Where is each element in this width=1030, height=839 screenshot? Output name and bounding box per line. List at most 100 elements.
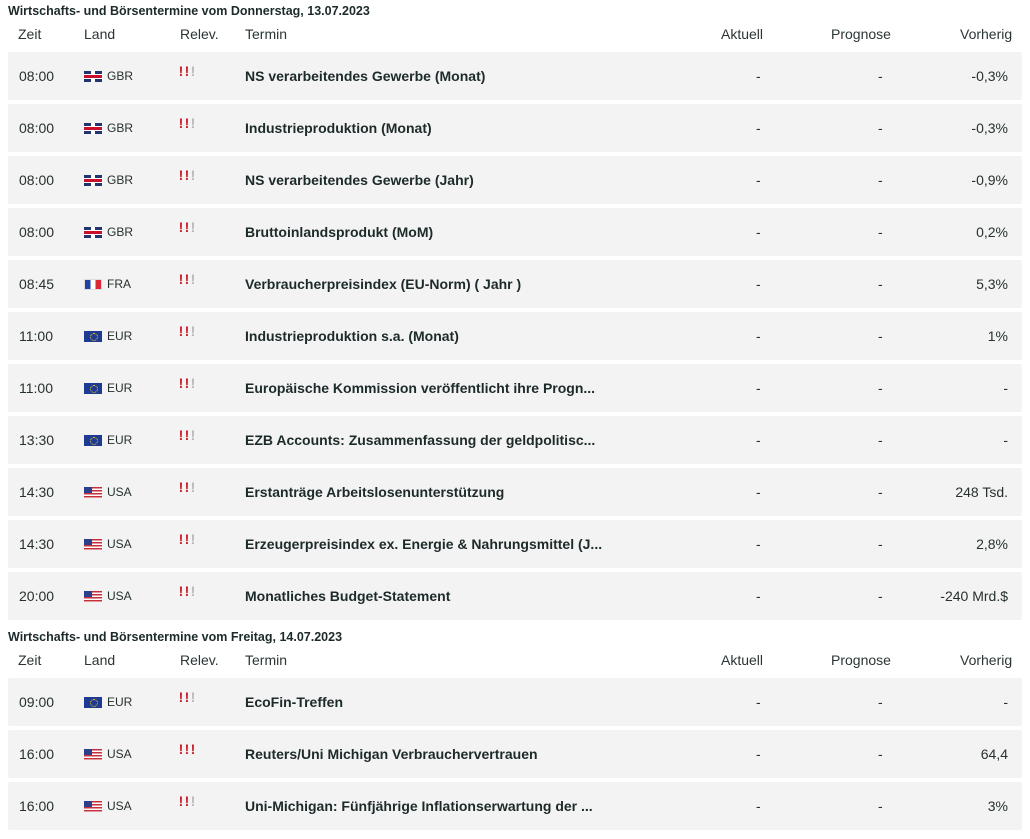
header-termin[interactable]: Termin	[245, 26, 287, 42]
event-name[interactable]: NS verarbeitendes Gewerbe (Monat)	[245, 52, 485, 100]
value-vorherig: 2,8%	[976, 536, 1008, 552]
header-zeit[interactable]: Zeit	[18, 26, 41, 42]
event-name[interactable]: EZB Accounts: Zusammenfassung der geldpo…	[245, 416, 595, 464]
event-name[interactable]: Bruttoinlandsprodukt (MoM)	[245, 208, 433, 256]
event-name[interactable]: EcoFin-Treffen	[245, 678, 343, 726]
value-prognose: -	[878, 172, 883, 188]
value-aktuell: -	[756, 484, 761, 500]
header-relev[interactable]: Relev.	[180, 26, 219, 42]
value-vorherig: -	[1003, 432, 1008, 448]
header-vorherig[interactable]: Vorherig	[960, 26, 1012, 42]
exclamation-mark-icon: !	[190, 375, 196, 391]
country-cell: GBR	[84, 52, 133, 100]
table-row[interactable]: 08:00 GBR!!! NS verarbeitendes Gewerbe (Mo…	[8, 52, 1022, 100]
country-cell: EUR	[84, 416, 132, 464]
section-title: Wirtschafts- und Börsentermine vom Donne…	[8, 4, 370, 18]
event-name[interactable]: Reuters/Uni Michigan Verbrauchervertraue…	[245, 730, 538, 778]
section-title: Wirtschafts- und Börsentermine vom Freit…	[8, 630, 343, 644]
event-name[interactable]: Industrieproduktion s.a. (Monat)	[245, 312, 459, 360]
exclamation-mark-icon: !	[190, 323, 196, 339]
value-aktuell: -	[756, 224, 761, 240]
table-row[interactable]: 16:00 USA!!! Reuters/Uni Michigan Verbrauc…	[8, 730, 1022, 778]
table-row[interactable]: 08:00 GBR!!! Industrieproduktion (Monat) - -…	[8, 104, 1022, 152]
header-land[interactable]: Land	[84, 652, 115, 668]
value-vorherig: 0,2%	[976, 224, 1008, 240]
gbr-flag-icon	[84, 122, 102, 134]
event-name[interactable]: Erstanträge Arbeitslosenunterstützung	[245, 468, 504, 516]
value-aktuell: -	[756, 432, 761, 448]
country-code: USA	[107, 485, 132, 499]
event-time: 08:00	[19, 120, 55, 136]
table-row[interactable]: 20:00 USA!!! Monatliches Budget-Statement -…	[8, 572, 1022, 620]
country-code: GBR	[107, 225, 134, 239]
header-aktuell[interactable]: Aktuell	[721, 652, 763, 668]
event-name[interactable]: Europäische Kommission veröffentlicht ih…	[245, 364, 595, 412]
country-cell: FRA	[84, 260, 131, 308]
usa-flag-icon	[84, 538, 102, 550]
relevance-indicator: !!!	[178, 678, 196, 726]
event-time: 08:00	[19, 224, 55, 240]
table-row[interactable]: 11:00 EUR!!! Europäische Kommission veröff…	[8, 364, 1022, 412]
value-aktuell: -	[756, 798, 761, 814]
exclamation-mark-icon: !	[190, 63, 196, 79]
header-vorherig[interactable]: Vorherig	[960, 652, 1012, 668]
event-name[interactable]: Monatliches Budget-Statement	[245, 572, 450, 620]
value-prognose: -	[878, 798, 883, 814]
value-prognose: -	[878, 484, 883, 500]
table-row[interactable]: 08:00 GBR!!! Bruttoinlandsprodukt (MoM) - - 0…	[8, 208, 1022, 256]
value-prognose: -	[878, 536, 883, 552]
event-name[interactable]: Industrieproduktion (Monat)	[245, 104, 432, 152]
table-row[interactable]: 11:00 EUR!!! Industrieproduktion s.a. (Mon…	[8, 312, 1022, 360]
table-row[interactable]: 13:30 EUR!!! EZB Accounts: Zusammenfassung…	[8, 416, 1022, 464]
header-prognose[interactable]: Prognose	[831, 26, 891, 42]
event-time: 16:00	[19, 798, 55, 814]
header-prognose[interactable]: Prognose	[831, 652, 891, 668]
header-termin[interactable]: Termin	[245, 652, 287, 668]
table-row[interactable]: 16:00 USA!!! Uni-Michigan: Fünfjährige Inf…	[8, 782, 1022, 830]
event-name[interactable]: Verbraucherpreisindex (EU-Norm) ( Jahr )	[245, 260, 521, 308]
country-code: USA	[107, 799, 132, 813]
eur-flag-icon	[84, 382, 102, 394]
value-vorherig: -	[1003, 694, 1008, 710]
event-name[interactable]: NS verarbeitendes Gewerbe (Jahr)	[245, 156, 474, 204]
usa-flag-icon	[84, 800, 102, 812]
exclamation-mark-icon: !	[190, 583, 196, 599]
value-prognose: -	[878, 328, 883, 344]
value-prognose: -	[878, 224, 883, 240]
value-vorherig: -240 Mrd.$	[940, 588, 1008, 604]
value-prognose: -	[878, 432, 883, 448]
country-cell: EUR	[84, 312, 132, 360]
relevance-indicator: !!!	[178, 52, 196, 100]
table-row[interactable]: 08:00 GBR!!! NS verarbeitendes Gewerbe (Ja…	[8, 156, 1022, 204]
header-land[interactable]: Land	[84, 26, 115, 42]
event-time: 14:30	[19, 484, 55, 500]
country-code: GBR	[107, 121, 134, 135]
value-aktuell: -	[756, 746, 761, 762]
country-code: EUR	[107, 433, 133, 447]
value-prognose: -	[878, 694, 883, 710]
eur-flag-icon	[84, 434, 102, 446]
exclamation-mark-icon: !	[190, 427, 196, 443]
value-prognose: -	[878, 746, 883, 762]
country-cell: GBR	[84, 104, 133, 152]
table-row[interactable]: 09:00 EUR!!! EcoFin-Treffen - - -	[8, 678, 1022, 726]
header-zeit[interactable]: Zeit	[18, 652, 41, 668]
country-cell: EUR	[84, 364, 132, 412]
country-cell: GBR	[84, 156, 133, 204]
event-time: 14:30	[19, 536, 55, 552]
value-vorherig: 1%	[987, 328, 1008, 344]
event-name[interactable]: Uni-Michigan: Fünfjährige Inflationserwa…	[245, 782, 593, 830]
table-row[interactable]: 08:45 FRA!!! Verbraucherpreisindex (EU-Nor…	[8, 260, 1022, 308]
relevance-indicator: !!!	[178, 260, 196, 308]
event-name[interactable]: Erzeugerpreisindex ex. Energie & Nahrung…	[245, 520, 602, 568]
value-vorherig: -	[1003, 380, 1008, 396]
header-aktuell[interactable]: Aktuell	[721, 26, 763, 42]
relevance-indicator: !!!	[178, 416, 196, 464]
table-row[interactable]: 14:30 USA!!! Erstanträge Arbeitslosenunter…	[8, 468, 1022, 516]
table-row[interactable]: 14:30 USA!!! Erzeugerpreisindex ex. Energi…	[8, 520, 1022, 568]
header-relev[interactable]: Relev.	[180, 652, 219, 668]
value-vorherig: 5,3%	[976, 276, 1008, 292]
relevance-indicator: !!!	[178, 572, 196, 620]
country-cell: GBR	[84, 208, 133, 256]
relevance-indicator: !!!	[178, 782, 196, 830]
